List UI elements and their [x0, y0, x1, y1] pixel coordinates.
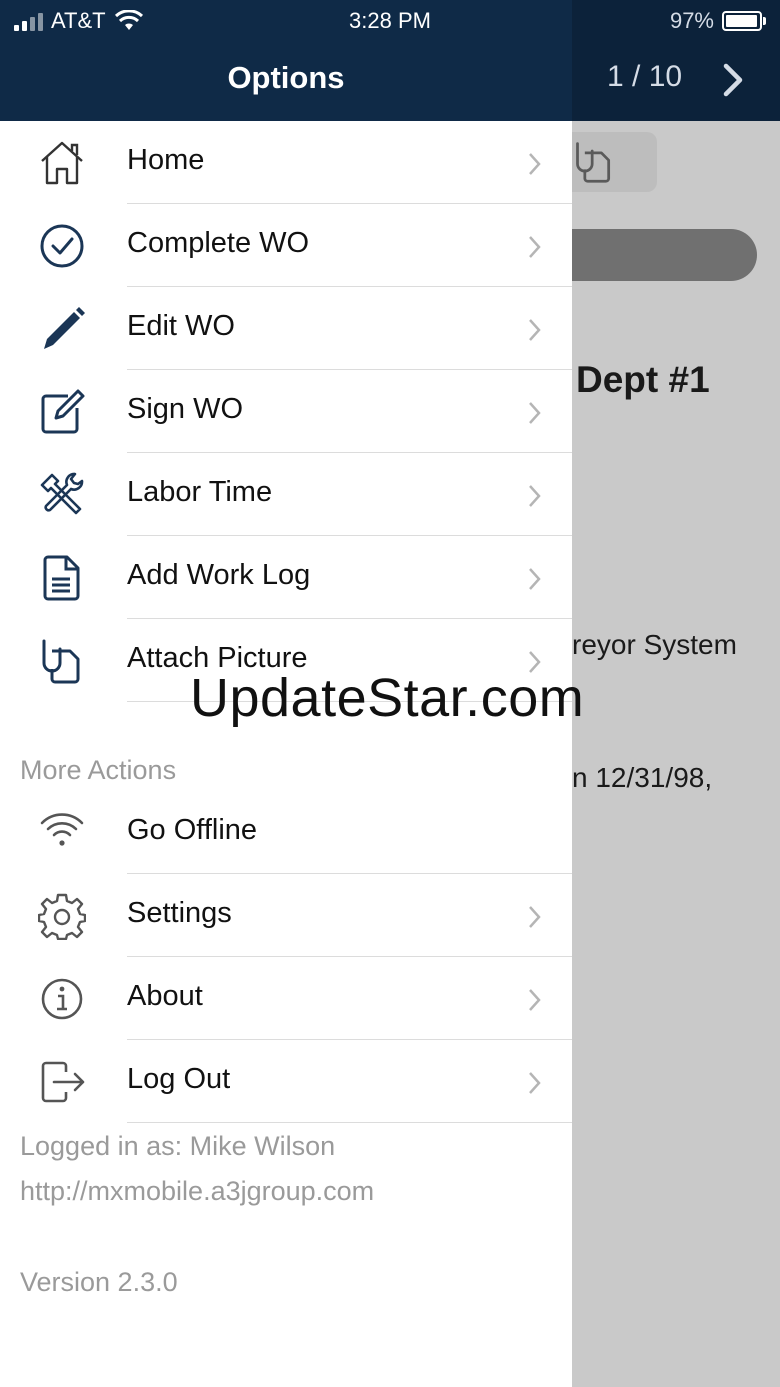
watermark: UpdateStar.com — [190, 668, 585, 728]
tools-icon — [40, 472, 84, 515]
chevron-right-icon — [529, 236, 541, 258]
chevron-right-icon — [529, 153, 541, 175]
status-time: 3:28 PM — [349, 8, 431, 33]
menu-item-add-work-log[interactable]: Add Work Log — [0, 536, 572, 619]
menu-item-label: Settings — [127, 897, 232, 929]
background-text-1: reyor System — [572, 629, 737, 660]
menu-item-complete-wo[interactable]: Complete WO — [0, 204, 572, 287]
menu-item-label: Edit WO — [127, 310, 235, 342]
status-bar-right: 97% — [669, 6, 766, 36]
check-circle-icon — [40, 224, 84, 268]
menu-item-home[interactable]: Home — [0, 121, 572, 204]
menu-item-label: Home — [127, 144, 205, 176]
attachment-button-bg — [572, 132, 657, 192]
chevron-right-icon — [529, 1072, 541, 1094]
chevron-right-icon[interactable] — [718, 60, 748, 100]
menu-item-label: Add Work Log — [127, 559, 311, 591]
background-content: Dept #1 reyor System n 12/31/98, — [572, 121, 780, 1387]
menu-item-label: Log Out — [127, 1063, 231, 1095]
menu-item-sign-wo[interactable]: Sign WO — [0, 370, 572, 453]
background-heading: Dept #1 — [576, 359, 710, 400]
menu-item-labor-time[interactable]: Labor Time — [0, 453, 572, 536]
server-url: http://mxmobile.a3jgroup.com — [20, 1176, 375, 1206]
chevron-right-icon — [529, 402, 541, 424]
battery-percent: 97% — [669, 8, 714, 33]
chevron-right-icon — [529, 568, 541, 590]
home-icon — [41, 141, 83, 185]
page-title: Options — [227, 60, 345, 95]
paperclip-icon — [576, 142, 611, 183]
chevron-right-icon — [529, 485, 541, 507]
logout-icon — [41, 1061, 85, 1103]
background-text-2: n 12/31/98, — [572, 762, 713, 793]
section-title-more-actions: More Actions — [20, 755, 177, 785]
paperclip-icon — [42, 639, 80, 684]
menu-item-label: Complete WO — [127, 227, 310, 259]
edit-square-icon — [41, 389, 85, 434]
menu-item-edit-wo[interactable]: Edit WO — [0, 287, 572, 370]
menu-item-label: Labor Time — [127, 476, 273, 508]
options-drawer: Home Complete WO Edit WO Sign WO Labor T… — [0, 121, 572, 1387]
pencil-icon — [44, 307, 85, 349]
menu-item-settings[interactable]: Settings — [0, 874, 572, 957]
gear-icon — [38, 893, 86, 940]
divider — [127, 1122, 572, 1123]
battery-icon — [722, 11, 766, 31]
logged-in-label: Logged in as: Mike Wilson — [20, 1131, 336, 1161]
pager-label: 1 / 10 — [607, 60, 683, 93]
menu-item-go-offline[interactable]: Go Offline — [0, 791, 572, 874]
menu-item-label: Go Offline — [127, 814, 258, 846]
document-icon — [43, 555, 80, 601]
chevron-right-icon — [529, 319, 541, 341]
chevron-right-icon — [529, 989, 541, 1011]
navigation-bar: AT&T 3:28 PM 97% Options 1 / 10 — [0, 0, 780, 121]
info-icon — [41, 978, 83, 1020]
chevron-right-icon — [529, 906, 541, 928]
menu-item-label: Sign WO — [127, 393, 244, 425]
menu-item-about[interactable]: About — [0, 957, 572, 1040]
menu-item-log-out[interactable]: Log Out — [0, 1040, 572, 1123]
wifi-icon — [40, 813, 84, 846]
menu-item-label: About — [127, 980, 203, 1012]
version-label: Version 2.3.0 — [20, 1267, 178, 1297]
background-button — [572, 229, 757, 281]
